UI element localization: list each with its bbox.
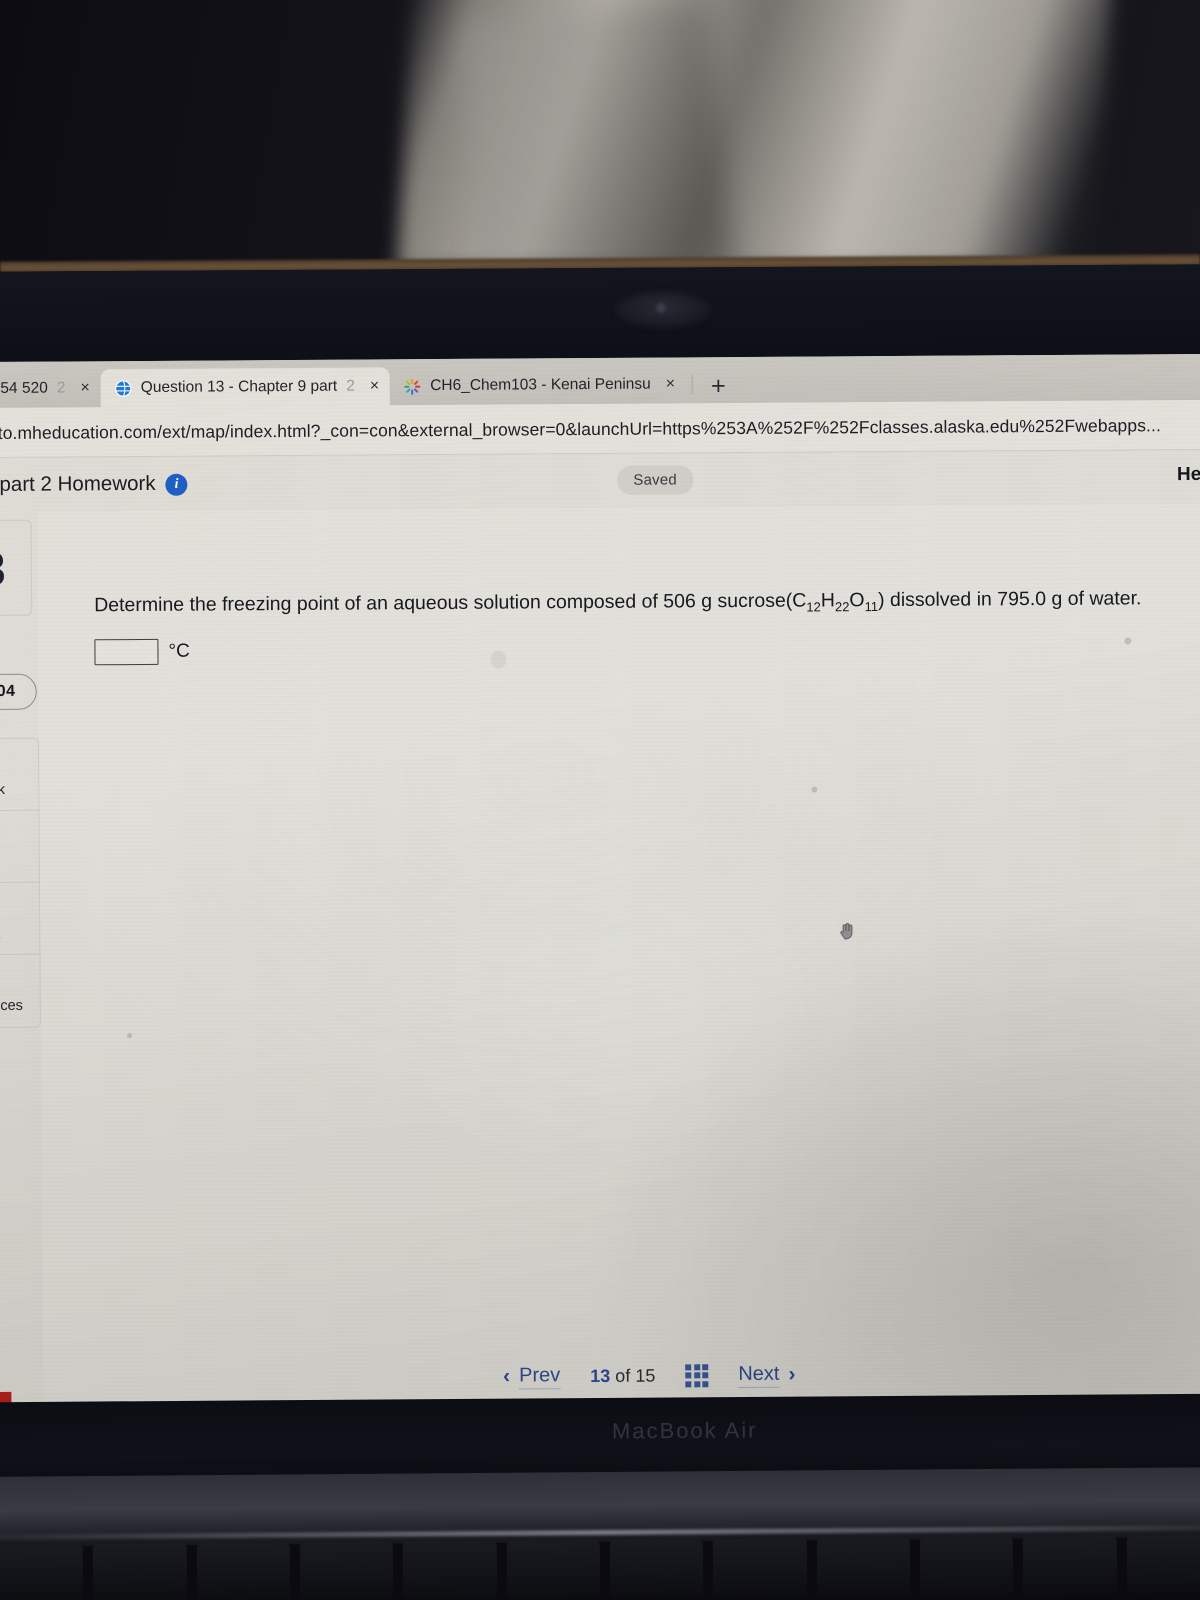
browser-tab-2[interactable]: Question 13 - Chapter 9 part 2 ×: [100, 367, 391, 408]
formula-sub-12: 12: [806, 599, 821, 615]
formula-H: H: [820, 589, 835, 612]
dust-speck: [490, 650, 507, 669]
keyboard-key[interactable]: [1126, 1535, 1200, 1594]
device-model-label: MacBook Air: [611, 1417, 758, 1444]
assignment-header: pter 9 part 2 Homework i Saved He: [0, 449, 1200, 513]
next-button[interactable]: Next ›: [738, 1362, 796, 1388]
connect-page: pter 9 part 2 Homeworki Saved He 13 ts 0…: [0, 449, 1200, 1409]
question-content: Determine the freezing point of an aqueo…: [37, 503, 1200, 1352]
keyboard-key[interactable]: [816, 1537, 911, 1597]
screen-bezel-top: [0, 264, 1200, 370]
keyboard-key[interactable]: [0, 1544, 84, 1600]
keyboard-key[interactable]: [403, 1540, 497, 1600]
prev-label: Prev: [519, 1363, 561, 1390]
tool-hint[interactable]: Hint: [0, 810, 39, 884]
tab-close-icon[interactable]: ×: [80, 379, 89, 397]
tool-label: eBook: [0, 781, 5, 798]
formula-O: O: [849, 589, 865, 612]
tab-close-icon[interactable]: ×: [666, 375, 675, 393]
tool-stack: eBook Hint: [0, 737, 41, 1029]
webcam-lens-icon: [656, 303, 666, 313]
prev-button[interactable]: ‹ Prev: [503, 1363, 561, 1390]
new-tab-button[interactable]: +: [695, 372, 740, 403]
page-title: pter 9 part 2 Homework i: [0, 472, 188, 498]
blurred-fabric-fold: [456, 0, 734, 293]
tab-divider: [692, 374, 694, 395]
status-badge: Saved: [617, 465, 693, 495]
tab-title: EM A054 520: [0, 379, 48, 398]
grid-menu-icon[interactable]: [685, 1363, 709, 1387]
loading-sunburst-icon: [404, 378, 421, 395]
tab-title-suffix: 2: [56, 379, 66, 397]
question-text-part2: ) dissolved in 795.0 g of water.: [877, 587, 1142, 612]
browser-tab-1[interactable]: EM A054 520 2 ×: [0, 369, 101, 408]
keyboard-key[interactable]: [93, 1543, 187, 1600]
dust-speck: [1124, 637, 1132, 645]
counter-current: 13: [590, 1365, 611, 1386]
timer-value: 01:45:04: [0, 682, 16, 701]
question-text: Determine the freezing point of an aqueo…: [94, 584, 1184, 622]
url-text[interactable]: ezto.mheducation.com/ext/map/index.html?…: [0, 415, 1161, 444]
chevron-right-icon: ›: [788, 1362, 796, 1386]
question-number: 13: [0, 541, 6, 595]
keyboard-key[interactable]: [299, 1541, 394, 1600]
keyboard-key[interactable]: [196, 1542, 291, 1600]
page-title-text: pter 9 part 2 Homework: [0, 471, 156, 496]
tool-label: References: [0, 997, 23, 1015]
dust-speck: [811, 786, 818, 793]
browser-tab-3[interactable]: CH6_Chem103 - Kenai Peninsu ×: [390, 365, 686, 405]
formula-sub-11: 11: [864, 599, 879, 615]
keyboard-key[interactable]: [506, 1540, 601, 1599]
browser-tabstrip: EM A054 520 2 × Question 13 - Chapter 9 …: [0, 353, 1200, 409]
keyboard-key[interactable]: [609, 1539, 704, 1598]
photo-scene: EM A054 520 2 × Question 13 - Chapter 9 …: [0, 0, 1200, 1600]
keyboard-key[interactable]: [1023, 1535, 1117, 1595]
help-link[interactable]: He: [1177, 464, 1200, 486]
answer-row: °C: [94, 638, 190, 666]
next-label: Next: [738, 1362, 780, 1388]
answer-unit-label: °C: [168, 640, 190, 662]
tool-ebook[interactable]: eBook: [0, 738, 39, 812]
tool-references[interactable]: References: [0, 955, 40, 1028]
laptop-screen: EM A054 520 2 × Question 13 - Chapter 9 …: [0, 353, 1200, 1409]
tab-close-icon[interactable]: ×: [370, 377, 379, 395]
nav-group: ‹ Prev 13 of 15 Next ›: [503, 1362, 796, 1390]
keyboard-key[interactable]: [919, 1536, 1014, 1596]
chevron-left-icon: ‹: [503, 1364, 511, 1388]
question-counter: 13 of 15: [590, 1365, 655, 1386]
tab-title-suffix: 2: [346, 377, 355, 395]
question-text-part1: Determine the freezing point of an aqueo…: [94, 589, 807, 617]
mouse-cursor-icon: [838, 922, 858, 944]
counter-of: of: [615, 1365, 631, 1386]
tab-title: Question 13 - Chapter 9 part: [140, 377, 338, 396]
dust-speck: [126, 1033, 133, 1039]
answer-input[interactable]: [94, 638, 159, 666]
formula-sub-22: 22: [834, 599, 850, 615]
info-icon[interactable]: i: [165, 473, 188, 496]
counter-total: 15: [635, 1365, 656, 1386]
tool-print[interactable]: Print: [0, 882, 40, 956]
tab-title: CH6_Chem103 - Kenai Peninsu: [430, 375, 651, 395]
question-number-box: 13: [0, 519, 33, 617]
keyboard-key[interactable]: [713, 1538, 807, 1598]
globe-icon: [115, 379, 132, 397]
keyboard-row: [0, 1535, 1200, 1600]
timer-pill: 01:45:04: [0, 673, 37, 711]
